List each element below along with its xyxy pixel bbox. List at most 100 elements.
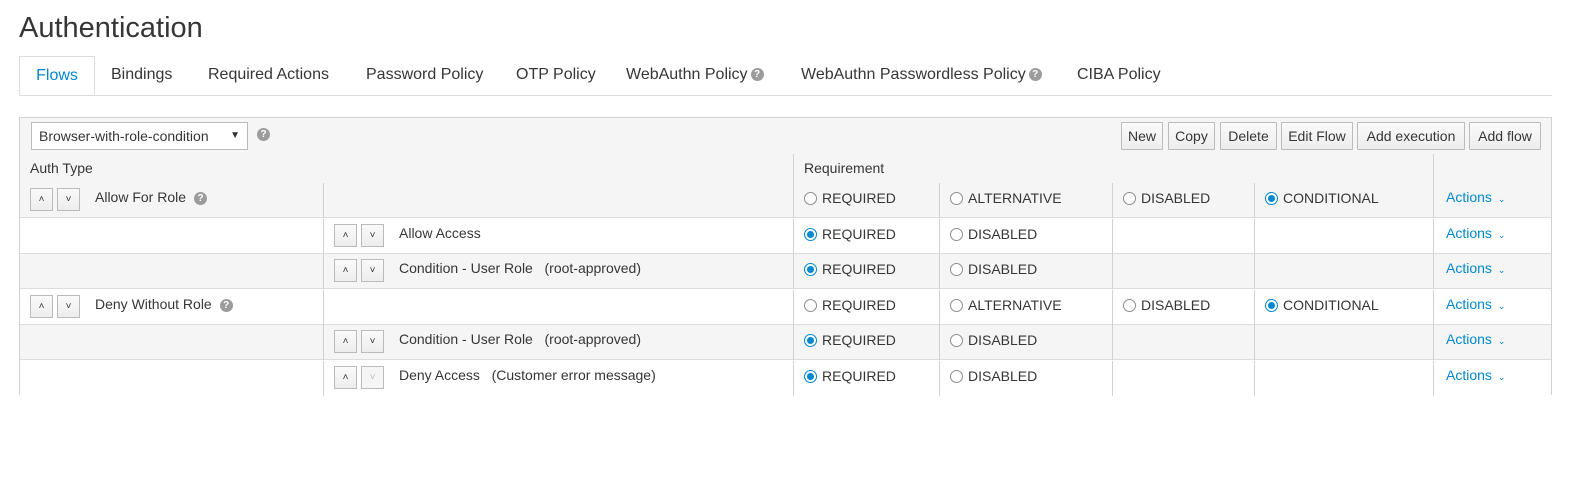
move-up-button[interactable]: ˄ (334, 366, 357, 389)
column-divider (939, 254, 940, 289)
move-up-button[interactable]: ˄ (30, 295, 53, 318)
question-circle-icon[interactable]: ? (750, 68, 764, 82)
add-flow-button[interactable]: Add flow (1469, 122, 1541, 150)
execution-name-label: Condition - User Role (root-approved) (399, 331, 641, 347)
tab-webauthn-policy[interactable]: WebAuthn Policy? (626, 56, 764, 94)
actions-dropdown[interactable]: Actions ⌄ (1446, 254, 1505, 284)
chevron-down-icon: ˅ (65, 194, 72, 205)
add-execution-button[interactable]: Add execution (1357, 122, 1465, 150)
requirement-radio[interactable] (804, 369, 817, 383)
requirement-radio[interactable] (950, 369, 963, 383)
table-header: Auth Type Requirement (20, 154, 1551, 184)
requirement-radio[interactable] (950, 227, 963, 241)
tab-password-policy[interactable]: Password Policy (366, 56, 483, 94)
requirement-option-disabled[interactable]: DISABLED (1123, 290, 1210, 325)
requirement-radio[interactable] (804, 262, 817, 276)
requirement-option-conditional[interactable]: CONDITIONAL (1265, 183, 1379, 218)
chevron-down-icon: ˅ (369, 230, 376, 241)
tab-ciba-policy[interactable]: CIBA Policy (1077, 56, 1161, 94)
chevron-up-icon: ˄ (342, 372, 349, 383)
actions-label: Actions (1446, 331, 1492, 347)
requirement-radio[interactable] (950, 298, 963, 312)
chevron-down-icon: ⌄ (1497, 230, 1506, 240)
tab-required-actions[interactable]: Required Actions (208, 56, 329, 94)
requirement-option-disabled[interactable]: DISABLED (950, 361, 1037, 396)
execution-name: Allow Access (399, 219, 481, 247)
chevron-up-icon: ˄ (38, 194, 45, 205)
requirement-radio[interactable] (1265, 298, 1278, 312)
requirement-option-required[interactable]: REQUIRED (804, 219, 896, 254)
column-divider (323, 361, 324, 396)
requirement-option-required[interactable]: REQUIRED (804, 325, 896, 360)
requirement-label: REQUIRED (822, 226, 896, 242)
actions-dropdown[interactable]: Actions ⌄ (1446, 361, 1505, 391)
requirement-radio[interactable] (1123, 191, 1136, 205)
requirement-option-required[interactable]: REQUIRED (804, 290, 896, 325)
flow-executions-table: Browser-with-role-condition ▼ ? New Copy… (19, 117, 1552, 396)
tab-otp-policy[interactable]: OTP Policy (516, 56, 596, 94)
page-title: Authentication (19, 12, 203, 44)
caret-down-icon: ▼ (230, 130, 240, 141)
requirement-option-alternative[interactable]: ALTERNATIVE (950, 183, 1062, 218)
actions-dropdown[interactable]: Actions ⌄ (1446, 325, 1505, 355)
column-divider (1433, 325, 1434, 360)
move-up-button[interactable]: ˄ (30, 188, 53, 211)
move-down-button[interactable]: ˅ (361, 259, 384, 282)
column-divider (1433, 361, 1434, 396)
tab-webauthn-passwordless-policy[interactable]: WebAuthn Passwordless Policy? (801, 56, 1042, 94)
actions-dropdown[interactable]: Actions ⌄ (1446, 290, 1505, 320)
tab-label: WebAuthn Passwordless Policy (801, 66, 1026, 83)
requirement-option-required[interactable]: REQUIRED (804, 254, 896, 289)
copy-button[interactable]: Copy (1168, 122, 1215, 150)
requirement-radio[interactable] (804, 227, 817, 241)
actions-dropdown[interactable]: Actions ⌄ (1446, 183, 1505, 213)
requirement-radio[interactable] (804, 333, 817, 347)
requirement-header: Requirement (804, 160, 885, 176)
move-down-button[interactable]: ˅ (57, 295, 80, 318)
requirement-option-conditional[interactable]: CONDITIONAL (1265, 290, 1379, 325)
requirement-option-disabled[interactable]: DISABLED (950, 325, 1037, 360)
question-circle-icon[interactable]: ? (1028, 68, 1042, 82)
requirement-label: REQUIRED (822, 261, 896, 277)
chevron-down-icon: ˅ (369, 265, 376, 276)
move-down-button[interactable]: ˅ (361, 330, 384, 353)
requirement-option-disabled[interactable]: DISABLED (1123, 183, 1210, 218)
requirement-option-required[interactable]: REQUIRED (804, 361, 896, 396)
requirement-option-disabled[interactable]: DISABLED (950, 219, 1037, 254)
tab-bar: Flows Bindings Required Actions Password… (19, 56, 1552, 96)
question-circle-icon[interactable]: ? (257, 128, 270, 141)
requirement-radio[interactable] (950, 191, 963, 205)
requirement-radio[interactable] (1265, 191, 1278, 205)
requirement-option-required[interactable]: REQUIRED (804, 183, 896, 218)
column-divider (1433, 254, 1434, 289)
requirement-radio[interactable] (804, 191, 817, 205)
move-up-button[interactable]: ˄ (334, 259, 357, 282)
move-up-button[interactable]: ˄ (334, 224, 357, 247)
actions-dropdown[interactable]: Actions ⌄ (1446, 219, 1505, 249)
column-divider (793, 183, 794, 218)
requirement-radio[interactable] (804, 298, 817, 312)
move-up-button[interactable]: ˄ (334, 330, 357, 353)
requirement-radio[interactable] (950, 333, 963, 347)
move-down-button[interactable]: ˅ (57, 188, 80, 211)
table-row: ˄ ˅ Allow Access REQUIRED DISABLED Actions ⌄ (20, 219, 1551, 254)
column-divider (1254, 183, 1255, 218)
flow-select[interactable]: Browser-with-role-condition ▼ (31, 122, 248, 150)
column-divider (323, 290, 324, 325)
tab-bindings[interactable]: Bindings (111, 56, 172, 94)
requirement-radio[interactable] (950, 262, 963, 276)
question-circle-icon[interactable]: ? (219, 298, 233, 312)
tab-flows[interactable]: Flows (19, 56, 95, 95)
delete-button[interactable]: Delete (1220, 122, 1277, 150)
edit-flow-button[interactable]: Edit Flow (1281, 122, 1353, 150)
requirement-radio[interactable] (1123, 298, 1136, 312)
new-button[interactable]: New (1121, 122, 1163, 150)
requirement-option-disabled[interactable]: DISABLED (950, 254, 1037, 289)
column-divider (323, 219, 324, 254)
actions-label: Actions (1446, 367, 1492, 383)
table-row: ˄ ˅ Deny Access (Customer error message) RE… (20, 361, 1551, 396)
move-down-button[interactable]: ˅ (361, 224, 384, 247)
question-circle-icon[interactable]: ? (194, 191, 208, 205)
execution-name-label: Deny Without Role (95, 296, 212, 312)
requirement-option-alternative[interactable]: ALTERNATIVE (950, 290, 1062, 325)
